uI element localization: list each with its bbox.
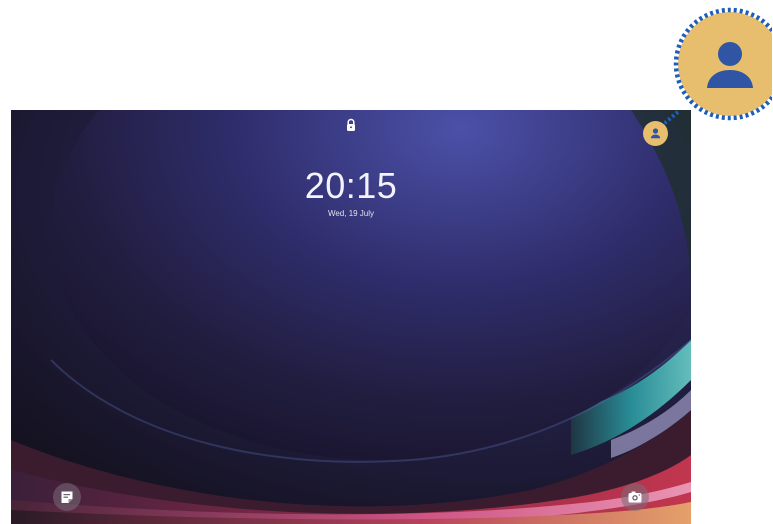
lock-screen-date: Wed, 19 July: [327, 209, 375, 218]
notes-icon: [61, 491, 73, 503]
profile-callout: [664, 7, 772, 127]
lock-icon: [347, 118, 355, 131]
lock-screen-clock: 20:15: [304, 165, 398, 206]
tablet-lock-screen: 20:15 Wed, 19 July: [11, 110, 691, 524]
notes-shortcut-button[interactable]: [53, 483, 81, 511]
camera-shortcut-button[interactable]: [621, 483, 649, 511]
camera-icon: [628, 491, 642, 503]
